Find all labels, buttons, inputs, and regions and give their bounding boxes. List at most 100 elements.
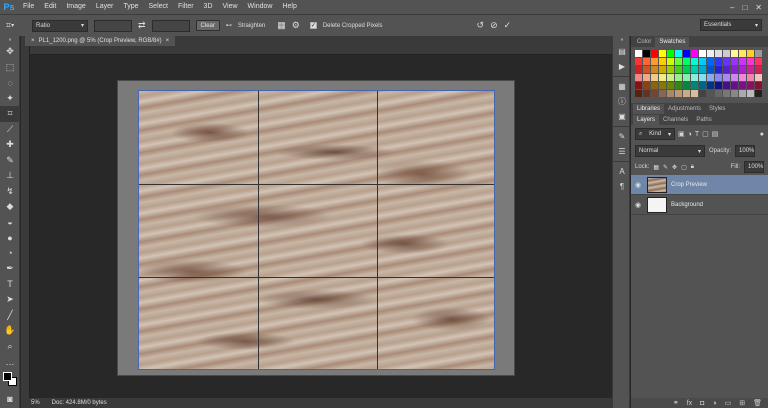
maximize-icon[interactable]: □ — [742, 3, 747, 12]
crop-tool-preset[interactable]: ⌗ ▾ — [6, 19, 26, 33]
swatch[interactable] — [675, 58, 682, 65]
character-icon[interactable]: ▦ — [613, 79, 631, 94]
blur-tool-icon[interactable]: ● — [0, 230, 20, 246]
swatch[interactable] — [699, 66, 706, 73]
swatch[interactable] — [651, 58, 658, 65]
swatch[interactable] — [755, 50, 762, 57]
swatch[interactable] — [691, 74, 698, 81]
swatch[interactable] — [667, 74, 674, 81]
type-tool-icon[interactable]: T — [0, 277, 20, 293]
minimize-icon[interactable]: – — [730, 3, 734, 12]
pen-tool-icon[interactable]: ✒ — [0, 261, 20, 277]
folder-icon[interactable]: ▭ — [725, 399, 732, 407]
swatch[interactable] — [723, 82, 730, 89]
swatch[interactable] — [739, 58, 746, 65]
eye-icon[interactable]: ◉ — [635, 201, 643, 209]
swatch[interactable] — [747, 58, 754, 65]
eraser-tool-icon[interactable]: ◆ — [0, 199, 20, 215]
swatch[interactable] — [707, 82, 714, 89]
swatch[interactable] — [739, 90, 746, 97]
menu-filter[interactable]: Filter — [173, 0, 199, 14]
type-filter-icon[interactable]: T — [695, 131, 699, 138]
cancel-icon[interactable]: ⊘ — [490, 20, 498, 31]
swatch[interactable] — [635, 90, 642, 97]
lock-image-icon[interactable]: ✎ — [663, 164, 668, 171]
trash-icon[interactable]: 🗑︎ — [753, 399, 762, 407]
vertical-ruler[interactable] — [21, 46, 30, 398]
layer-crop-preview[interactable]: ◉ Crop Preview — [631, 175, 768, 195]
swatch[interactable] — [683, 58, 690, 65]
swatch[interactable] — [747, 66, 754, 73]
blend-mode-dropdown[interactable]: Normal ▾ — [635, 145, 705, 157]
swatch[interactable] — [667, 50, 674, 57]
swatch[interactable] — [691, 58, 698, 65]
swatch[interactable] — [683, 90, 690, 97]
brush-tool-icon[interactable]: ✎ — [0, 153, 20, 169]
menu-layer[interactable]: Layer — [91, 0, 119, 14]
dodge-tool-icon[interactable]: ◔ — [0, 246, 20, 262]
marquee-tool-icon[interactable]: ⬚ — [0, 60, 20, 76]
history-brush-tool-icon[interactable]: ↯ — [0, 184, 20, 200]
stamp-tool-icon[interactable]: ⊥ — [0, 168, 20, 184]
collapse-icon[interactable]: « — [613, 36, 631, 44]
swatch[interactable] — [651, 82, 658, 89]
swatch[interactable] — [675, 50, 682, 57]
lock-artboard-icon[interactable]: ▢ — [681, 164, 687, 171]
paragraph-icon[interactable]: ¶ — [613, 179, 631, 194]
lock-position-icon[interactable]: ✥ — [672, 164, 677, 171]
swatch[interactable] — [739, 66, 746, 73]
swatch[interactable] — [731, 58, 738, 65]
menu-select[interactable]: Select — [144, 0, 173, 14]
swatch[interactable] — [731, 82, 738, 89]
healing-tool-icon[interactable]: ✚ — [0, 137, 20, 153]
swatch[interactable] — [675, 74, 682, 81]
swatch[interactable] — [635, 58, 642, 65]
swatch[interactable] — [635, 66, 642, 73]
swatch[interactable] — [747, 90, 754, 97]
image-preview[interactable] — [138, 90, 495, 370]
swatch[interactable] — [659, 82, 666, 89]
swatch[interactable] — [691, 82, 698, 89]
properties-icon[interactable]: ☰ — [613, 144, 631, 159]
swatch[interactable] — [755, 82, 762, 89]
lock-all-icon[interactable]: 🔒︎ — [691, 164, 694, 171]
actions-icon[interactable]: ▶ — [613, 59, 631, 74]
close-icon[interactable]: ✕ — [755, 3, 762, 12]
delete-cropped-checkbox[interactable]: ✓ — [309, 22, 317, 29]
swatch[interactable] — [691, 50, 698, 57]
straighten-icon[interactable]: ⊷ — [226, 22, 232, 29]
menu-window[interactable]: Window — [243, 0, 278, 14]
swatch[interactable] — [667, 66, 674, 73]
menu-edit[interactable]: Edit — [39, 0, 61, 14]
swatch[interactable] — [675, 82, 682, 89]
more-tools-icon[interactable]: … — [0, 354, 20, 370]
close-icon[interactable]: × — [31, 38, 35, 44]
tab-styles[interactable]: Styles — [705, 104, 729, 114]
reset-icon[interactable]: ↺ — [477, 20, 485, 31]
swatch[interactable] — [643, 50, 650, 57]
brush-presets-icon[interactable]: ✎ — [613, 129, 631, 144]
swatch[interactable] — [707, 58, 714, 65]
swatch[interactable] — [651, 74, 658, 81]
swatch[interactable] — [699, 90, 706, 97]
foreground-color[interactable] — [3, 371, 12, 381]
menu-3d[interactable]: 3D — [199, 0, 218, 14]
line-tool-icon[interactable]: ╱ — [0, 308, 20, 324]
swatch[interactable] — [731, 74, 738, 81]
menu-type[interactable]: Type — [118, 0, 143, 14]
swatch[interactable] — [747, 82, 754, 89]
swatch[interactable] — [723, 74, 730, 81]
swatch[interactable] — [731, 50, 738, 57]
path-select-tool-icon[interactable]: ➤ — [0, 292, 20, 308]
swatch[interactable] — [715, 90, 722, 97]
tab-channels[interactable]: Channels — [659, 115, 692, 125]
swatch[interactable] — [747, 74, 754, 81]
layer-background[interactable]: ◉ Background — [631, 195, 768, 215]
lock-transparent-icon[interactable]: ▦ — [653, 164, 659, 171]
pixel-filter-icon[interactable]: ▣ — [678, 130, 685, 138]
history-icon[interactable]: ▤ — [613, 44, 631, 59]
workspace-dropdown[interactable]: Essentials ▾ — [700, 19, 762, 31]
swatch[interactable] — [739, 74, 746, 81]
swatch[interactable] — [707, 90, 714, 97]
filter-toggle-icon[interactable]: ● — [760, 131, 764, 138]
